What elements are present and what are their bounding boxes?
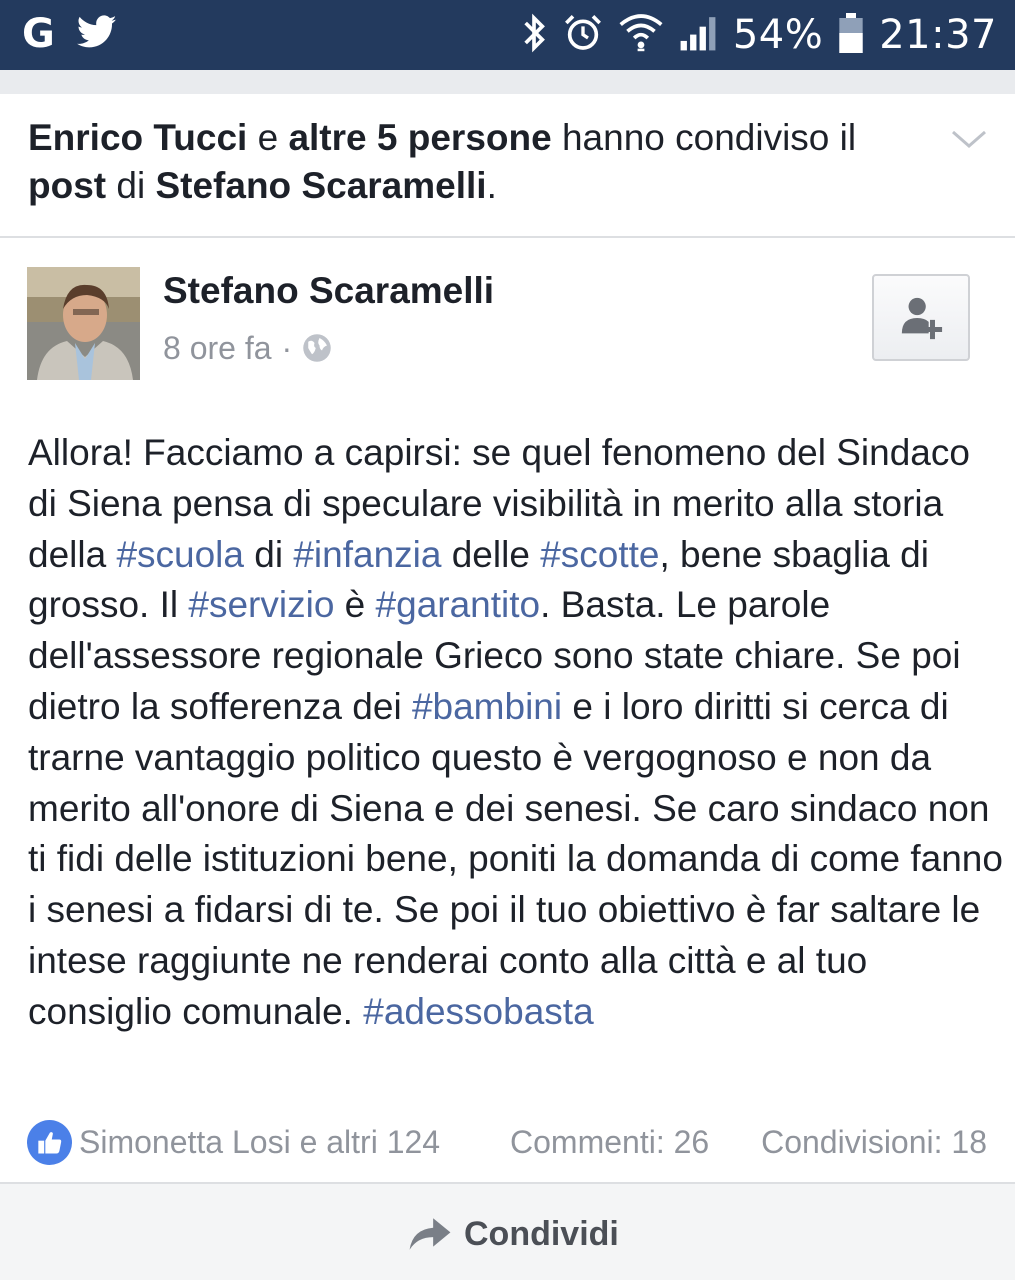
likes-count-link[interactable]: Simonetta Losi e altri 124 [79,1118,440,1166]
share-arrow-icon [409,1218,451,1250]
google-icon: G [22,11,55,57]
add-friend-icon [901,297,943,339]
globe-icon [303,334,331,362]
connector-text: e [257,117,279,158]
shares-count-link[interactable]: Condivisioni: 18 [761,1118,987,1166]
twitter-icon [76,14,117,55]
hashtag-link[interactable]: #garantito [376,584,541,625]
status-bar: G 54% 21:37 [0,0,1015,70]
post-text-segment: e i loro diritti si cerca di trarne vant… [28,685,1003,1032]
share-button[interactable]: Condividi [408,1212,619,1256]
verb-text: hanno condiviso il [561,117,857,158]
post-stats: Simonetta Losi e altri 124 Commenti: 26 … [27,1118,992,1166]
battery-percent: 54% [732,12,824,58]
hashtag-link[interactable]: #scuola [116,534,244,575]
status-left-icons: G [22,10,117,58]
wifi-icon [619,12,663,59]
post-time[interactable]: 8 ore fa [163,328,272,368]
hashtag-link[interactable]: #bambini [412,686,562,727]
status-right-icons: 54% 21:37 [521,8,997,62]
share-story-header: Enrico Tucci e altre 5 persone hanno con… [0,94,1015,238]
post-author[interactable]: Stefano Scaramelli [163,268,494,314]
post-text-segment: è [334,584,376,626]
bluetooth-icon [521,13,547,58]
hashtag-link[interactable]: #adessobasta [363,991,593,1032]
owner-link[interactable]: Stefano Scaramelli [155,165,486,206]
post-meta: 8 ore fa · [163,328,332,368]
share-story-text: Enrico Tucci e altre 5 persone hanno con… [28,114,918,210]
post-text-segment: di [243,533,294,575]
preposition-text: di [116,165,146,206]
actor-link[interactable]: Enrico Tucci [28,117,247,158]
like-icon [27,1120,72,1165]
hashtag-link[interactable]: #servizio [188,584,334,625]
chevron-down-icon[interactable] [949,124,989,154]
post-text-segment: delle [441,533,541,575]
signal-icon [679,14,717,57]
comments-count-link[interactable]: Commenti: 26 [510,1118,709,1166]
clock: 21:37 [879,12,997,58]
share-label: Condividi [464,1215,619,1253]
action-bar: Condividi [0,1184,1015,1280]
alarm-icon [563,13,603,58]
meta-dot: · [281,330,293,366]
battery-icon [839,12,863,58]
others-link[interactable]: altre 5 persone [288,117,551,158]
hashtag-link[interactable]: #infanzia [293,534,441,575]
top-divider [0,70,1015,94]
post-link[interactable]: post [28,165,106,206]
post-body: Allora! Facciamo a capirsi: se quel feno… [28,428,1003,1038]
add-friend-button[interactable] [872,274,970,361]
hashtag-link[interactable]: #scotte [540,534,659,575]
avatar[interactable] [27,267,140,380]
end-punct: . [486,165,497,206]
